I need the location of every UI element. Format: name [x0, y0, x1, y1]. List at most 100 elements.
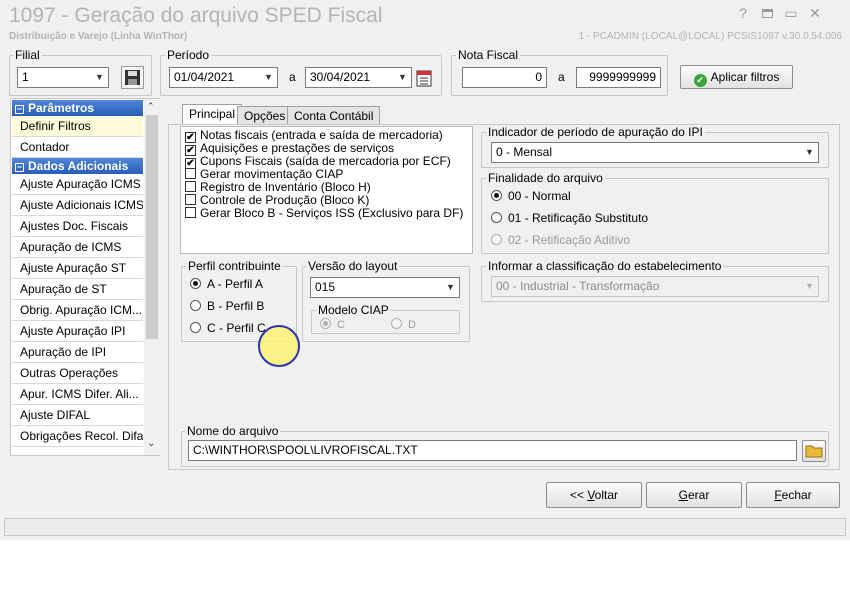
- checkbox-label: Notas fiscais (entrada e saída de mercad…: [200, 128, 443, 142]
- sidebar-section-header[interactable]: − Dados Adicionais: [12, 158, 143, 174]
- nota-fiscal-from[interactable]: 0: [462, 67, 547, 88]
- voltar-button[interactable]: << Voltar: [546, 482, 642, 508]
- window-title: 1097 - Geração do arquivo SPED Fiscal: [9, 4, 383, 27]
- calendar-dropdown-icon: ▼: [398, 72, 407, 82]
- finalidade-label: Finalidade do arquivo: [486, 171, 605, 185]
- nota-fiscal-label: Nota Fiscal: [456, 48, 521, 62]
- tab-conta-contabil[interactable]: Conta Contábil: [287, 106, 381, 126]
- ipi-period-label: Indicador de período de apuração do IPI: [486, 125, 705, 139]
- perfil-option-b[interactable]: B - Perfil B: [190, 296, 264, 316]
- sidebar-item[interactable]: Outras Operações: [12, 363, 143, 384]
- tab-principal[interactable]: Principal: [182, 104, 243, 126]
- radio-selected-icon: [491, 190, 502, 201]
- sidebar-section-title: Parâmetros: [28, 101, 95, 115]
- window-subtitle: Distribuição e Varejo (Linha WinThor): [9, 31, 188, 42]
- periodo-end-date[interactable]: 30/04/2021 ▼: [305, 67, 412, 88]
- minimize-icon[interactable]: [758, 4, 776, 22]
- periodo-start-date[interactable]: 01/04/2021 ▼: [169, 67, 278, 88]
- sidebar-item[interactable]: Ajuste Apuração ICMS: [12, 174, 143, 195]
- sidebar-scrollbar[interactable]: ⌃ ⌄: [144, 99, 160, 455]
- sidebar-item[interactable]: Ajuste Adicionais ICMS: [12, 195, 143, 216]
- sidebar-list: − Parâmetros Definir Filtros Contador − Dados…: [12, 100, 143, 447]
- finalidade-option-retificacao-substituto[interactable]: 01 - Retificação Substituto: [491, 208, 648, 228]
- filial-select[interactable]: 1 ▼: [17, 67, 109, 88]
- sidebar-section-header[interactable]: − Parâmetros: [12, 100, 143, 116]
- sidebar-item[interactable]: Definir Filtros: [12, 116, 143, 137]
- sidebar-item[interactable]: Apur. ICMS Difer. Ali...: [12, 384, 143, 405]
- checkbox-label: Gerar movimentação CIAP: [200, 167, 344, 181]
- nota-fiscal-separator: a: [558, 70, 565, 84]
- radio-icon: [491, 212, 502, 223]
- sidebar-item[interactable]: Ajuste Apuração IPI: [12, 321, 143, 342]
- sidebar-item[interactable]: Contador: [12, 137, 143, 158]
- chevron-down-icon: ▼: [95, 72, 104, 82]
- checkbox-icon: [185, 194, 196, 205]
- chevron-down-icon: ▼: [805, 147, 814, 157]
- app-window: 1097 - Geração do arquivo SPED Fiscal Di…: [0, 0, 850, 540]
- perfil-option-a[interactable]: A - Perfil A: [190, 274, 263, 294]
- periodo-end-value: 30/04/2021: [310, 70, 371, 84]
- generation-options-list: ✔ Notas fiscais (entrada e saída de merca…: [180, 126, 473, 254]
- apply-filters-button[interactable]: ✔ Aplicar filtros: [680, 65, 793, 89]
- sidebar-item[interactable]: Apuração de ICMS: [12, 237, 143, 258]
- checkbox-icon: [185, 181, 196, 192]
- checkbox-label: Cupons Fiscais (saída de mercadoria por …: [200, 154, 451, 168]
- radio-disabled-icon: [320, 318, 331, 329]
- checkbox-label: Registro de Inventário (Bloco H): [200, 180, 371, 194]
- radio-icon: [190, 322, 201, 333]
- periodo-label: Período: [165, 48, 212, 62]
- classificacao-select: 00 - Industrial - Transformação ▼: [491, 276, 819, 297]
- sidebar-item[interactable]: Obrigações Recol. Difal: [12, 426, 143, 447]
- filial-value: 1: [22, 70, 29, 84]
- sidebar-item[interactable]: Apuração de ST: [12, 279, 143, 300]
- chevron-down-icon[interactable]: ⌄: [147, 438, 155, 449]
- save-icon[interactable]: [121, 66, 144, 89]
- classificacao-label: Informar a classificação do estabelecime…: [486, 259, 724, 273]
- filial-label: Filial: [13, 48, 42, 62]
- checkbox-icon: [185, 207, 196, 218]
- sidebar-item[interactable]: Ajuste Apuração ST: [12, 258, 143, 279]
- perfil-label: Perfil contribuinte: [186, 259, 283, 273]
- chevron-down-icon: ▼: [805, 281, 814, 291]
- sidebar-item[interactable]: Obrig. Apuração ICM...: [12, 300, 143, 321]
- help-icon[interactable]: ?: [734, 4, 752, 22]
- calendar-dropdown-icon: ▼: [264, 72, 273, 82]
- folder-icon: [805, 445, 823, 458]
- perfil-option-c[interactable]: C - Perfil C: [190, 318, 266, 338]
- periodo-start-value: 01/04/2021: [174, 70, 235, 84]
- gerar-button[interactable]: Gerar: [646, 482, 742, 508]
- modelo-ciap-option-d: D: [391, 315, 416, 335]
- sidebar: − Parâmetros Definir Filtros Contador − Dados…: [10, 98, 160, 456]
- sidebar-section-title: Dados Adicionais: [28, 159, 129, 173]
- arquivo-path-input[interactable]: C:\WINTHOR\SPOOL\LIVROFISCAL.TXT: [188, 440, 797, 461]
- modelo-ciap-option-c: C: [320, 315, 345, 335]
- versao-select[interactable]: 015 ▼: [310, 277, 460, 298]
- checkbox-label: Aquisições e prestações de serviços: [200, 141, 395, 155]
- checkbox-option[interactable]: Gerar Bloco B - Serviços ISS (Exclusivo …: [185, 207, 463, 220]
- sidebar-item[interactable]: Apuração de IPI: [12, 342, 143, 363]
- ipi-period-value: 0 - Mensal: [496, 145, 553, 159]
- versao-label: Versão do layout: [306, 259, 400, 273]
- collapse-icon: −: [15, 162, 24, 172]
- chevron-up-icon[interactable]: ⌃: [147, 101, 155, 112]
- versao-value: 015: [315, 280, 336, 294]
- radio-selected-icon: [190, 278, 201, 289]
- browse-folder-button[interactable]: [802, 440, 826, 462]
- nota-fiscal-to[interactable]: 9999999999: [576, 67, 661, 88]
- tab-opcoes[interactable]: Opções: [237, 106, 293, 126]
- restore-icon[interactable]: ▭: [782, 4, 800, 22]
- session-info: 1 - PCADMIN (LOCAL@LOCAL) PCSIS1097 v.30…: [578, 31, 842, 42]
- ipi-period-select[interactable]: 0 - Mensal ▼: [491, 142, 819, 163]
- sidebar-scrollbar-thumb[interactable]: [146, 115, 158, 339]
- sidebar-item[interactable]: Ajuste DIFAL: [12, 405, 143, 426]
- collapse-icon: −: [15, 104, 24, 114]
- close-icon[interactable]: ✕: [806, 4, 824, 22]
- checkbox-label: Controle de Produção (Bloco K): [200, 193, 370, 207]
- checkbox-label: Gerar Bloco B - Serviços ISS (Exclusivo …: [200, 206, 464, 220]
- fechar-button[interactable]: Fechar: [746, 482, 840, 508]
- chevron-down-icon: ▼: [446, 282, 455, 292]
- calendar-icon[interactable]: [415, 68, 433, 88]
- arquivo-label: Nome do arquivo: [185, 424, 281, 438]
- sidebar-item[interactable]: Ajustes Doc. Fiscais: [12, 216, 143, 237]
- finalidade-option-normal[interactable]: 00 - Normal: [491, 186, 571, 206]
